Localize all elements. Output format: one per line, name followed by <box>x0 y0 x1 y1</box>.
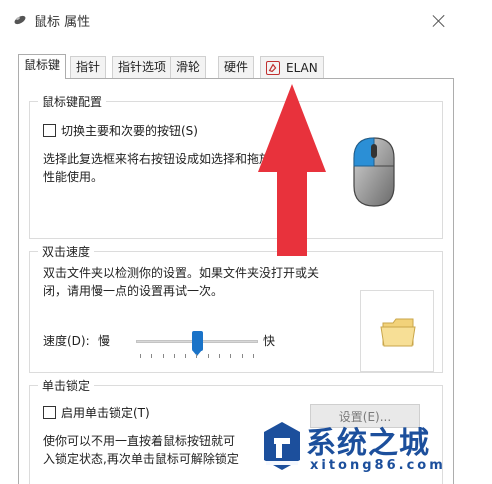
red-arrow-annotation <box>258 84 326 256</box>
watermark-logo-icon <box>264 422 300 470</box>
slow-label: 慢 <box>98 334 111 348</box>
watermark: 系统之城 xitong86.com <box>256 418 492 484</box>
close-icon[interactable] <box>432 14 446 28</box>
double-click-group: 双击速度 双击文件夹以检测你的设置。如果文件夹没打开或关 闭，请用慢一点的设置再… <box>29 243 443 373</box>
fast-label: 快 <box>263 334 276 348</box>
switch-buttons-checkbox[interactable] <box>43 124 56 137</box>
tab-wheel[interactable]: 滑轮 <box>170 56 207 78</box>
watermark-title: 系统之城 <box>306 426 430 461</box>
button-config-group: 鼠标键配置 切换主要和次要的按钮(S) 选择此复选框来将右按钮设成如选择和拖放 … <box>29 93 443 239</box>
speed-label: 速度(D): <box>43 334 90 348</box>
watermark-subtitle: xitong86.com <box>310 458 446 473</box>
click-lock-checkbox[interactable] <box>43 406 56 419</box>
double-click-test-area[interactable] <box>360 290 434 372</box>
tab-strip: 鼠标键 指针 指针选项 滑轮 硬件 ELAN <box>18 54 474 79</box>
switch-buttons-label: 切换主要和次要的按钮(S) <box>61 124 198 138</box>
double-click-title: 双击速度 <box>38 243 95 260</box>
tab-buttons[interactable]: 鼠标键 <box>18 54 67 79</box>
button-config-title: 鼠标键配置 <box>38 93 107 110</box>
click-lock-label: 启用单击锁定(T) <box>61 406 150 420</box>
window-title: 鼠标 属性 <box>34 15 91 30</box>
mouse-illustration-icon <box>353 137 395 207</box>
double-click-description: 双击文件夹以检测你的设置。如果文件夹没打开或关 闭，请用慢一点的设置再试一次。 <box>43 266 320 298</box>
mouse-icon <box>14 15 26 25</box>
tab-elan[interactable]: ELAN <box>260 56 324 78</box>
tab-pointer-options[interactable]: 指针选项 <box>112 56 173 78</box>
switch-buttons-checkbox-row[interactable]: 切换主要和次要的按钮(S) <box>43 122 198 139</box>
speed-slider-ticks <box>140 354 254 358</box>
speed-slider-thumb[interactable] <box>191 331 203 356</box>
title-bar: 鼠标 属性 <box>0 0 492 40</box>
elan-logo-icon <box>266 60 280 75</box>
click-lock-checkbox-row[interactable]: 启用单击锁定(T) <box>43 404 150 421</box>
click-lock-title: 单击锁定 <box>38 377 95 394</box>
folder-icon[interactable] <box>379 315 417 349</box>
tab-hardware[interactable]: 硬件 <box>218 56 255 78</box>
tab-pointers[interactable]: 指针 <box>70 56 107 78</box>
